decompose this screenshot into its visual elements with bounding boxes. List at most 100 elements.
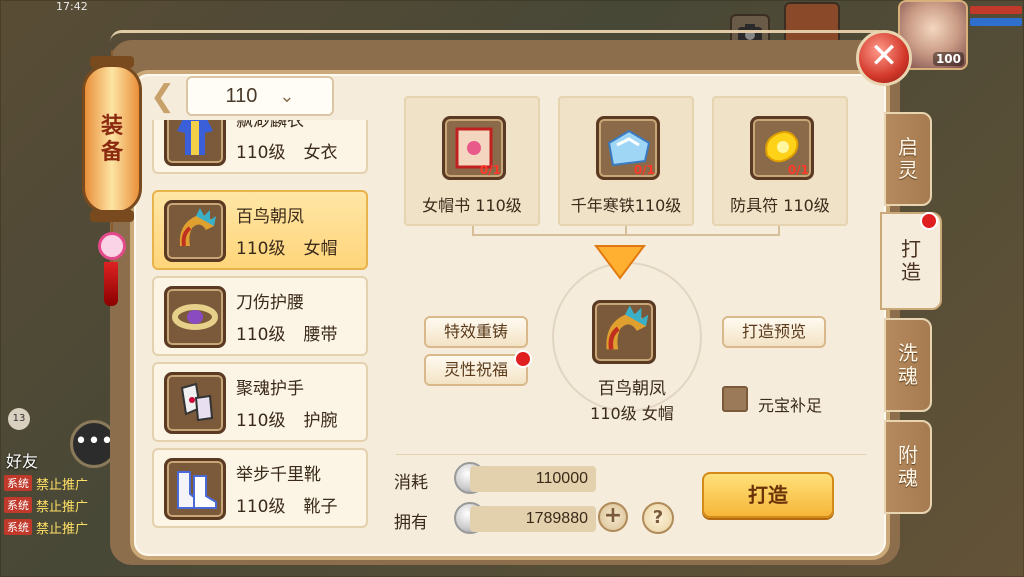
chat-text: 禁止推广 bbox=[36, 499, 89, 515]
material-card[interactable]: 0/1 防具符 110级 bbox=[712, 96, 848, 226]
equipment-list[interactable]: 飘渺麟衣 110级 女衣 百鸟朝凤 110级 女帽 刀伤护腰 110级 腰带 聚魂护手… bbox=[152, 120, 370, 540]
connector-line bbox=[625, 226, 627, 236]
item-type: 腰带 bbox=[303, 325, 338, 345]
level-dropdown[interactable]: 110 ⌄ bbox=[186, 76, 334, 116]
tab-char: 洗 bbox=[898, 341, 918, 365]
chat-text: 禁止推广 bbox=[36, 521, 89, 537]
chevron-down-icon: ⌄ bbox=[279, 85, 295, 107]
forge-button[interactable]: 打造 bbox=[702, 472, 834, 518]
panel-top-decoration bbox=[110, 30, 890, 54]
chat-row: 系统 禁止推广 bbox=[0, 494, 120, 516]
hp-bar bbox=[970, 6, 1022, 14]
tab-char: 灵 bbox=[898, 158, 918, 182]
tab-attach-soul[interactable]: 附 魂 bbox=[884, 420, 932, 514]
target-item-name: 百鸟朝凤 bbox=[598, 379, 666, 399]
bracer-icon bbox=[164, 372, 226, 434]
item-sub: 110级 女帽 bbox=[236, 234, 337, 259]
item-sub: 110级 女衣 bbox=[236, 138, 337, 163]
chat-tag: 系统 bbox=[4, 497, 32, 513]
have-value: 1789880 bbox=[470, 506, 596, 532]
scroll-icon: 0/1 bbox=[442, 116, 506, 180]
tab-char: 造 bbox=[901, 260, 921, 284]
chat-count-badge: 13 bbox=[8, 408, 30, 430]
help-button[interactable]: ? bbox=[642, 502, 674, 534]
item-type: 护腕 bbox=[303, 411, 338, 431]
item-name: 百鸟朝凤 bbox=[236, 207, 304, 227]
tab-char: 魂 bbox=[898, 466, 918, 490]
category-lantern: 装 备 bbox=[82, 64, 142, 214]
player-level: 100 bbox=[932, 52, 964, 66]
lantern-char: 备 bbox=[100, 139, 123, 165]
notification-dot bbox=[514, 350, 532, 368]
material-label: 千年寒铁110级 bbox=[570, 196, 682, 215]
consume-value: 110000 bbox=[470, 466, 596, 492]
tab-char: 打 bbox=[901, 237, 921, 261]
add-silver-button[interactable]: + bbox=[598, 502, 628, 532]
talisman-icon: 0/1 bbox=[750, 116, 814, 180]
phoenix-hat-icon bbox=[592, 300, 656, 364]
item-sub: 110级 靴子 bbox=[236, 492, 337, 517]
robe-icon bbox=[164, 120, 226, 166]
mp-bar bbox=[970, 18, 1022, 26]
tab-char: 启 bbox=[898, 135, 918, 159]
back-arrow-icon[interactable]: ❮ bbox=[150, 82, 180, 112]
down-arrow-icon bbox=[594, 245, 646, 280]
material-count: 0/1 bbox=[787, 163, 809, 177]
list-item[interactable]: 刀伤护腰 110级 腰带 bbox=[152, 276, 368, 356]
item-type: 靴子 bbox=[303, 497, 338, 517]
auto-fill-label: 元宝补足 bbox=[758, 396, 823, 415]
material-label: 防具符 110级 bbox=[730, 196, 830, 215]
tab-char: 附 bbox=[898, 443, 918, 467]
item-level: 110级 bbox=[236, 411, 286, 431]
list-item[interactable]: 举步千里靴 110级 靴子 bbox=[152, 448, 368, 528]
list-item[interactable]: 飘渺麟衣 110级 女衣 bbox=[152, 120, 368, 174]
chat-text: 禁止推广 bbox=[36, 477, 89, 493]
have-label: 拥有 bbox=[394, 513, 428, 533]
boots-icon bbox=[164, 458, 226, 520]
chat-panel[interactable]: 好友 系统 禁止推广 系统 禁止推广 系统 禁止推广 bbox=[0, 448, 120, 538]
level-value: 110 bbox=[225, 84, 258, 107]
item-sub: 110级 护腕 bbox=[236, 406, 337, 431]
knot-ornament-icon bbox=[98, 232, 126, 260]
auto-fill-checkbox[interactable] bbox=[722, 386, 748, 412]
lantern-char: 装 bbox=[100, 112, 123, 139]
spirit-bless-button[interactable]: 灵性祝福 bbox=[424, 354, 528, 386]
belt-icon bbox=[164, 286, 226, 348]
item-name: 举步千里靴 bbox=[236, 465, 321, 485]
material-count: 0/1 bbox=[633, 163, 655, 177]
chat-row: 系统 禁止推广 bbox=[0, 516, 120, 538]
target-item-sub: 110级 女帽 bbox=[590, 404, 674, 423]
close-button[interactable]: ✕ bbox=[856, 30, 912, 86]
forge-preview-button[interactable]: 打造预览 bbox=[722, 316, 826, 348]
material-card[interactable]: 0/1 女帽书 110级 bbox=[404, 96, 540, 226]
item-type: 女衣 bbox=[303, 143, 338, 163]
chat-title: 好友 bbox=[6, 452, 39, 471]
chat-row: 系统 禁止推广 bbox=[0, 472, 120, 494]
notification-dot bbox=[920, 212, 938, 230]
item-level: 110级 bbox=[236, 497, 286, 517]
forge-area: 0/1 女帽书 110级 0/1 千年寒铁110级 0/1 防具符 110级 百… bbox=[380, 82, 880, 552]
close-icon: ✕ bbox=[869, 36, 899, 76]
status-time: 17:42 bbox=[56, 0, 88, 13]
item-name: 飘渺麟衣 bbox=[236, 120, 304, 131]
item-level: 110级 bbox=[236, 143, 286, 163]
item-type: 女帽 bbox=[303, 239, 338, 259]
material-card[interactable]: 0/1 千年寒铁110级 bbox=[558, 96, 694, 226]
list-item[interactable]: 聚魂护手 110级 护腕 bbox=[152, 362, 368, 442]
material-count: 0/1 bbox=[479, 163, 501, 177]
item-name: 聚魂护手 bbox=[236, 379, 304, 399]
item-sub: 110级 腰带 bbox=[236, 320, 337, 345]
tab-wash-soul[interactable]: 洗 魂 bbox=[884, 318, 932, 412]
item-name: 刀伤护腰 bbox=[236, 293, 304, 313]
item-level: 110级 bbox=[236, 325, 286, 345]
chat-tag: 系统 bbox=[4, 519, 32, 535]
iron-icon: 0/1 bbox=[596, 116, 660, 180]
lantern-cap-bottom bbox=[90, 210, 134, 222]
material-label: 女帽书 110级 bbox=[422, 196, 522, 215]
tab-enlighten[interactable]: 启 灵 bbox=[884, 112, 932, 206]
tassel-ornament bbox=[104, 262, 118, 306]
tab-char: 魂 bbox=[898, 364, 918, 388]
list-item-selected[interactable]: 百鸟朝凤 110级 女帽 bbox=[152, 190, 368, 270]
effect-reforge-button[interactable]: 特效重铸 bbox=[424, 316, 528, 348]
item-level: 110级 bbox=[236, 239, 286, 259]
